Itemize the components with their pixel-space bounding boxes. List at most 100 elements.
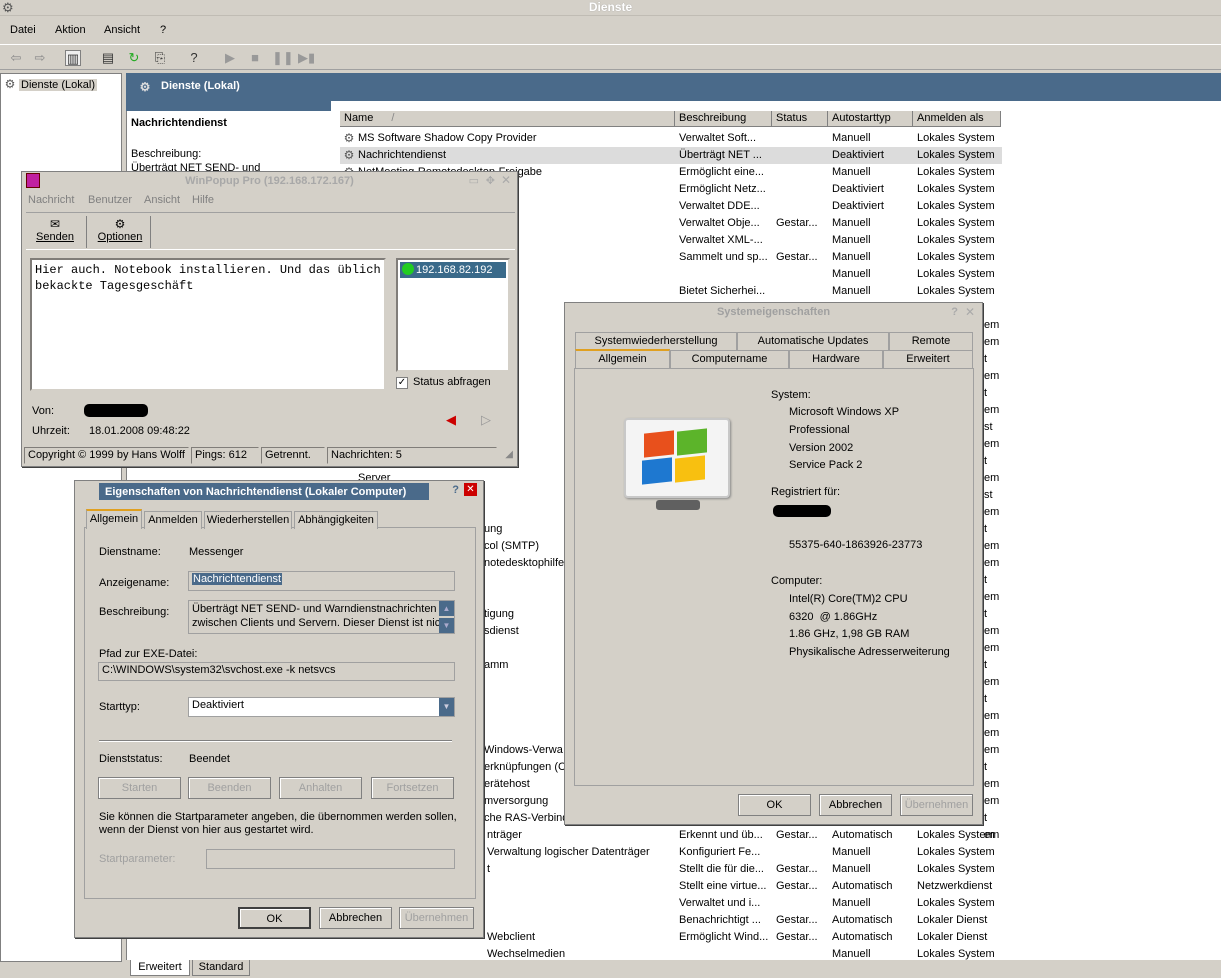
- scroll-down-icon[interactable]: ▼: [439, 618, 454, 633]
- starttype-select[interactable]: Deaktiviert ▼: [188, 697, 455, 717]
- next-message-arrow-icon[interactable]: ▷: [481, 412, 491, 428]
- path-field[interactable]: C:\WINDOWS\system32\svchost.exe -k netsv…: [98, 662, 455, 681]
- table-row[interactable]: t Stellt die für die... Gestar... Manuell Lo…: [484, 861, 1002, 878]
- contacts-list[interactable]: 192.168.82.192: [396, 258, 510, 372]
- forward-arrow-icon[interactable]: ⇨: [32, 50, 48, 66]
- stop-button[interactable]: Beenden: [188, 777, 271, 799]
- tab-computername[interactable]: Computername: [670, 350, 789, 368]
- apply-button[interactable]: Übernehmen: [900, 794, 973, 816]
- table-row[interactable]: nträger Erkennt und üb... Gestar... Automat…: [484, 827, 1002, 844]
- service-name-fragment[interactable]: mversorgung: [484, 793, 564, 810]
- start-button[interactable]: Starten: [98, 777, 181, 799]
- column-header-beschreibung[interactable]: Beschreibung: [675, 111, 772, 127]
- service-name-fragment[interactable]: che RAS-Verbind: [484, 810, 564, 827]
- service-name-fragment[interactable]: ung: [484, 521, 564, 538]
- ok-button[interactable]: OK: [238, 907, 311, 929]
- properties-icon[interactable]: ▤: [100, 50, 116, 66]
- show-hide-tree-icon[interactable]: ▥: [65, 50, 81, 66]
- menu-nachricht[interactable]: Nachricht: [28, 194, 74, 206]
- menu-ansicht[interactable]: Ansicht: [104, 24, 140, 36]
- export-list-icon[interactable]: ⎘: [152, 50, 168, 66]
- tab-erweitert-sys[interactable]: Erweitert: [883, 350, 973, 368]
- close-icon[interactable]: ✕: [965, 305, 975, 319]
- message-textarea[interactable]: Hier auch. Notebook installieren. Und da…: [30, 258, 386, 391]
- cancel-button[interactable]: Abbrechen: [319, 907, 392, 929]
- from-label: Von:: [32, 405, 55, 417]
- service-name-fragment[interactable]: amm: [484, 657, 564, 674]
- minimize-icon[interactable]: ▭: [469, 174, 479, 187]
- logon-fragment: em: [984, 727, 1000, 739]
- help-icon[interactable]: ?: [186, 50, 202, 66]
- prev-message-arrow-icon[interactable]: ◀: [446, 412, 456, 428]
- scroll-up-icon[interactable]: ▲: [439, 601, 454, 616]
- resume-button[interactable]: Fortsetzen: [371, 777, 454, 799]
- service-name-fragment[interactable]: notedesktophilfe: [484, 555, 564, 572]
- tab-allgemein-sys[interactable]: Allgemein: [575, 349, 670, 369]
- play-icon[interactable]: ▶: [222, 50, 238, 66]
- tab-automatische-updates[interactable]: Automatische Updates: [737, 332, 889, 350]
- tab-hardware[interactable]: Hardware: [789, 350, 883, 368]
- table-row[interactable]: Webclient Ermöglicht Wind... Gestar... Auto…: [484, 929, 1002, 946]
- ok-button[interactable]: OK: [738, 794, 811, 816]
- properties-titlebar[interactable]: Eigenschaften von Nachrichtendienst (Lok…: [99, 483, 429, 500]
- table-row[interactable]: Verwaltet und i... Manuell Lokales System: [484, 895, 1002, 912]
- winpopup-titlebar[interactable]: WinPopup Pro (192.168.172.167): [22, 172, 517, 190]
- service-logon: Lokales System: [917, 897, 995, 909]
- service-status: Gestar...: [776, 863, 818, 875]
- table-row[interactable]: Benachrichtigt ... Gestar... Automatisch Lo…: [484, 912, 1002, 929]
- tab-allgemein[interactable]: Allgemein: [86, 509, 142, 529]
- description-field[interactable]: Überträgt NET SEND- und Warndienstnachri…: [188, 600, 455, 634]
- menu-datei[interactable]: Datei: [10, 24, 36, 36]
- description-line-1: Überträgt NET SEND- und Warndienstnachri…: [192, 603, 437, 615]
- help-question-icon[interactable]: ?: [951, 306, 958, 318]
- refresh-icon[interactable]: ↻: [126, 50, 142, 66]
- table-row[interactable]: Stellt eine virtue... Gestar... Automatisc…: [484, 878, 1002, 895]
- service-name-fragment[interactable]: tigung: [484, 606, 564, 623]
- contact-item[interactable]: 192.168.82.192: [400, 262, 506, 278]
- apply-button[interactable]: Übernehmen: [399, 907, 474, 929]
- column-header-autostarttyp[interactable]: Autostarttyp: [828, 111, 913, 127]
- service-name-fragment[interactable]: sdienst: [484, 623, 564, 640]
- cancel-button[interactable]: Abbrechen: [819, 794, 892, 816]
- menu-benutzer[interactable]: Benutzer: [88, 194, 132, 206]
- tab-abhaengigkeiten[interactable]: Abhängigkeiten: [294, 511, 378, 529]
- column-header-status[interactable]: Status: [772, 111, 828, 127]
- status-check-checkbox[interactable]: ✓: [396, 377, 408, 389]
- tab-wiederherstellen[interactable]: Wiederherstellen: [204, 511, 292, 529]
- maximize-icon[interactable]: ✥: [486, 174, 495, 187]
- table-row[interactable]: ⚙ MS Software Shadow Copy Provider Verwalt…: [340, 130, 1002, 147]
- table-row[interactable]: Verwaltung logischer Datenträger Konfigur…: [484, 844, 1002, 861]
- stop-icon[interactable]: ■: [247, 50, 263, 66]
- service-name-fragment[interactable]: Windows-Verwa: [484, 742, 564, 759]
- display-name-field[interactable]: Nachrichtendienst: [188, 571, 455, 591]
- tab-anmelden[interactable]: Anmelden: [144, 511, 202, 529]
- column-header-name[interactable]: Name /: [340, 111, 675, 127]
- service-gear-icon: ⚙: [343, 131, 355, 145]
- menu-aktion[interactable]: Aktion: [55, 24, 86, 36]
- tab-erweitert[interactable]: Erweitert: [130, 960, 190, 976]
- table-row[interactable]: ⚙ Nachrichtendienst Überträgt NET ... Deakt…: [340, 147, 1002, 164]
- tree-item-dienste-lokal[interactable]: ⚙ Dienste (Lokal): [3, 77, 97, 91]
- restart-icon[interactable]: ▶▮: [298, 50, 315, 66]
- service-name-fragment[interactable]: erätehost: [484, 776, 564, 793]
- pause-icon[interactable]: ❚❚: [272, 50, 294, 66]
- help-question-icon[interactable]: ?: [452, 484, 459, 496]
- column-header-anmelden[interactable]: Anmelden als: [913, 111, 1001, 127]
- service-name-fragment[interactable]: col (SMTP): [484, 538, 564, 555]
- back-arrow-icon[interactable]: ⇦: [8, 50, 24, 66]
- tab-remote[interactable]: Remote: [889, 332, 973, 350]
- service-name-fragment[interactable]: erknüpfungen (C: [484, 759, 564, 776]
- pause-button[interactable]: Anhalten: [279, 777, 362, 799]
- options-button[interactable]: ⚙ Optionen: [92, 217, 148, 247]
- menu-hilfe[interactable]: Hilfe: [192, 194, 214, 206]
- tab-systemwiederherstellung[interactable]: Systemwiederherstellung: [575, 332, 737, 350]
- close-icon[interactable]: ✕: [501, 173, 511, 187]
- menu-ansicht-popup[interactable]: Ansicht: [144, 194, 180, 206]
- send-button[interactable]: ✉ Senden: [30, 217, 80, 247]
- close-red-icon[interactable]: ✕: [464, 483, 477, 496]
- start-params-field[interactable]: [206, 849, 455, 869]
- tab-standard[interactable]: Standard: [192, 960, 250, 976]
- sysprops-titlebar[interactable]: Systemeigenschaften: [565, 303, 982, 321]
- menu-help[interactable]: ?: [160, 24, 166, 36]
- resize-grip-icon[interactable]: ◢: [505, 449, 513, 460]
